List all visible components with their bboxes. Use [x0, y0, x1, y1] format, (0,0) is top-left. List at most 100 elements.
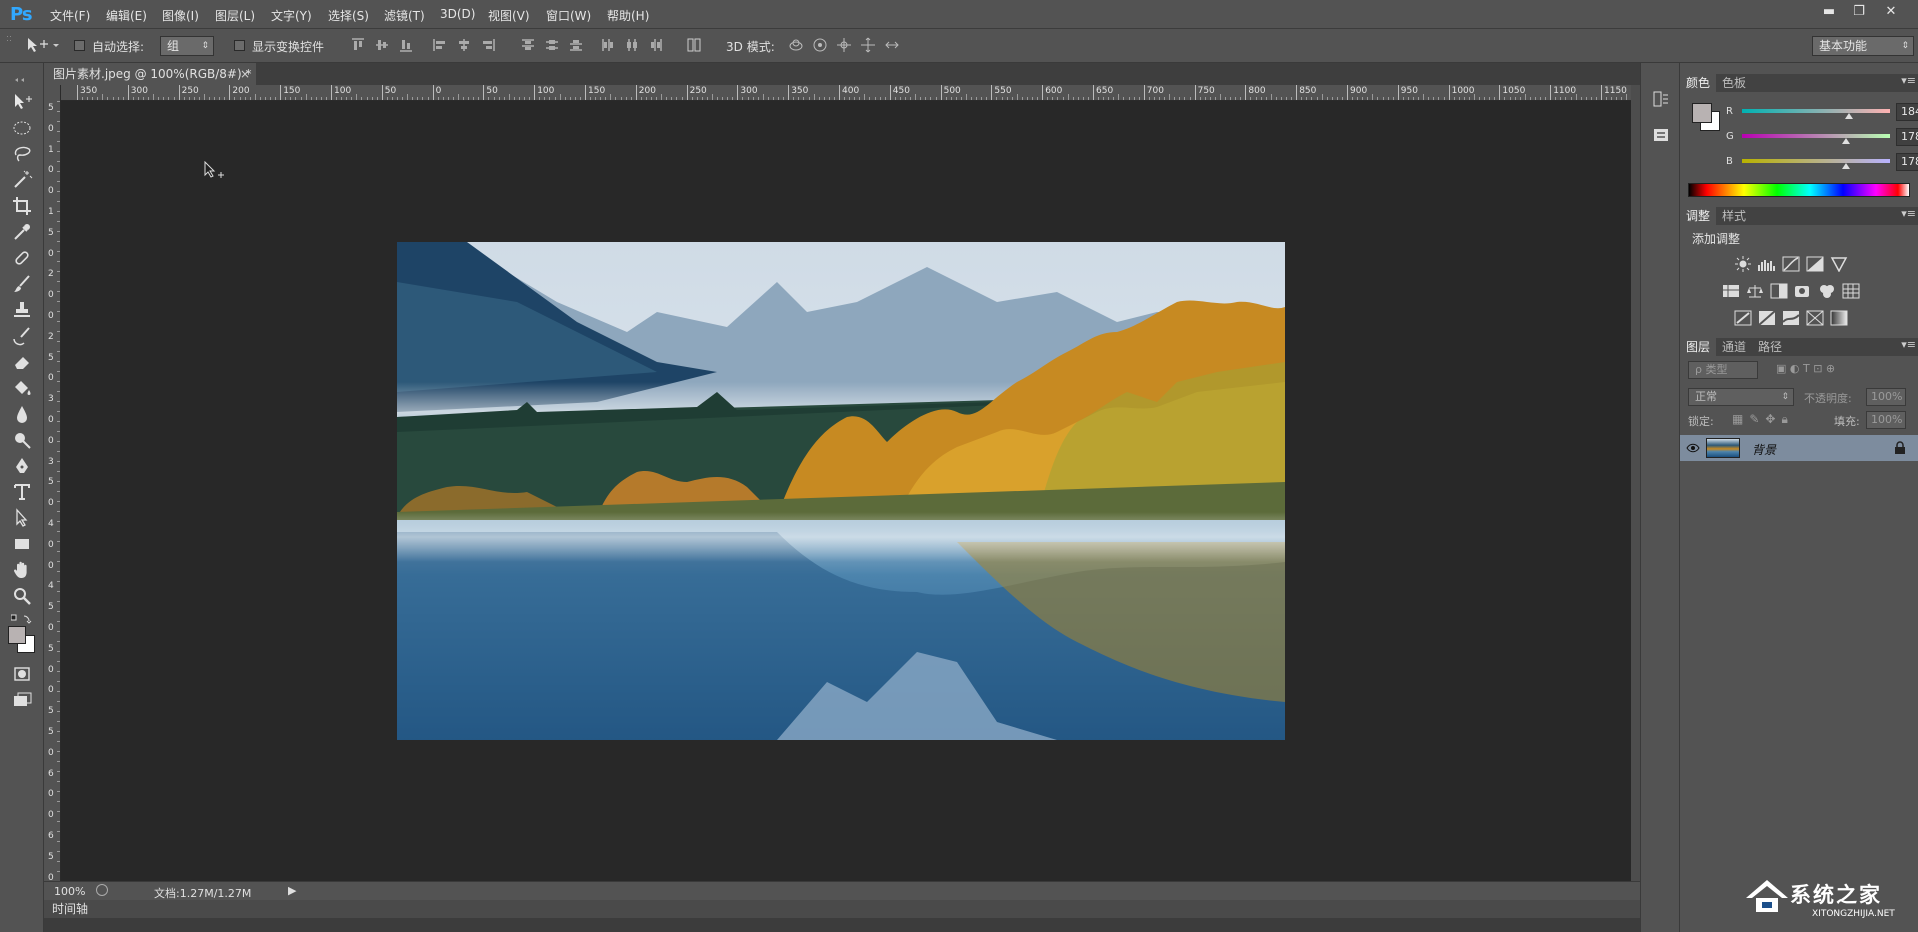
lasso-tool-icon[interactable] [11, 143, 33, 165]
3d-scale-icon[interactable] [884, 37, 900, 53]
tab-adjustments[interactable]: 调整 [1680, 207, 1717, 225]
eraser-tool-icon[interactable] [11, 351, 33, 373]
menu-layer[interactable]: 图层(L) [215, 7, 255, 24]
tab-color[interactable]: 颜色 [1680, 74, 1717, 92]
channel-g-thumb[interactable] [1841, 138, 1850, 144]
move-tool-preset-icon[interactable] [26, 37, 60, 53]
tab-styles[interactable]: 样式 [1716, 207, 1752, 225]
panel-menu-icon[interactable]: ▾≡ [1901, 74, 1916, 87]
align-vcenter-icon[interactable] [374, 37, 390, 53]
crop-tool-icon[interactable] [11, 195, 33, 217]
magic-wand-tool-icon[interactable] [11, 169, 33, 191]
pen-tool-icon[interactable] [11, 455, 33, 477]
align-top-icon[interactable] [350, 37, 366, 53]
path-selection-tool-icon[interactable] [11, 507, 33, 529]
panel-menu-icon[interactable]: ▾≡ [1901, 207, 1916, 220]
lock-icons[interactable]: ▦✎✥🔒︎ [1732, 412, 1794, 427]
vertical-ruler[interactable]: 5 0 1 0 0 1 5 0 2 0 0 2 5 0 3 0 0 3 5 0 4 0 0 4 5 0 5 0 0 5 5 0 6 0 0 6 5 0 [44, 85, 61, 881]
gradient-map-icon[interactable] [1830, 310, 1848, 326]
menu-file[interactable]: 文件(F) [50, 7, 90, 24]
menu-view[interactable]: 视图(V) [488, 7, 530, 24]
3d-slide-icon[interactable] [860, 37, 876, 53]
healing-brush-tool-icon[interactable] [11, 247, 33, 269]
layer-filter-dropdown[interactable]: ρ 类型 [1688, 361, 1758, 379]
history-brush-tool-icon[interactable] [11, 325, 33, 347]
rectangle-tool-icon[interactable] [11, 533, 33, 555]
black-white-icon[interactable] [1770, 283, 1788, 299]
align-hcenter-icon[interactable] [456, 37, 472, 53]
threshold-icon[interactable] [1782, 310, 1800, 326]
channel-r-thumb[interactable] [1844, 113, 1853, 119]
opacity-field[interactable]: 100% [1866, 388, 1906, 406]
close-window-button[interactable]: ✕ [1880, 2, 1902, 22]
status-options-icon[interactable] [96, 884, 108, 896]
selective-color-icon[interactable] [1806, 310, 1824, 326]
layer-row[interactable]: 背景 [1680, 435, 1918, 461]
quick-mask-icon[interactable] [11, 663, 33, 685]
restore-button[interactable]: ❐ [1848, 2, 1870, 22]
color-spectrum-bar[interactable] [1688, 183, 1910, 197]
posterize-icon[interactable] [1758, 310, 1776, 326]
show-transform-checkbox[interactable] [234, 40, 245, 51]
color-lookup-icon[interactable] [1842, 283, 1860, 299]
dodge-tool-icon[interactable] [11, 429, 33, 451]
document-tab[interactable]: 图片素材.jpeg @ 100%(RGB/8#) * × [44, 63, 256, 85]
type-tool-icon[interactable] [11, 481, 33, 503]
minimize-button[interactable]: ▬ [1818, 2, 1840, 22]
menu-window[interactable]: 窗口(W) [546, 7, 591, 24]
swap-colors-icon[interactable] [10, 609, 33, 624]
hue-saturation-icon[interactable] [1722, 283, 1740, 299]
foreground-color-swatch[interactable] [8, 626, 26, 644]
horizontal-ruler[interactable]: 350 300 250 200 150 100 50 0 50 100 150 200 250 300 35… [61, 85, 1631, 101]
distribute-bottom-icon[interactable] [568, 37, 584, 53]
levels-icon[interactable] [1758, 256, 1776, 272]
properties-panel-icon[interactable] [1651, 125, 1671, 145]
distribute-right-icon[interactable] [648, 37, 664, 53]
fill-field[interactable]: 100% [1866, 411, 1906, 429]
blend-mode-dropdown[interactable]: 正常 ⇕ [1688, 388, 1794, 406]
align-right-icon[interactable] [480, 37, 496, 53]
eyedropper-tool-icon[interactable] [11, 221, 33, 243]
tab-swatches[interactable]: 色板 [1716, 74, 1752, 92]
distribute-top-icon[interactable] [520, 37, 536, 53]
move-tool-icon[interactable] [11, 91, 33, 113]
hand-tool-icon[interactable] [11, 559, 33, 581]
tab-layers[interactable]: 图层 [1680, 338, 1717, 356]
auto-select-dropdown[interactable]: 组 ⇕ [160, 36, 214, 56]
menu-image[interactable]: 图像(I) [162, 7, 199, 24]
screen-mode-icon[interactable] [11, 689, 33, 711]
menu-filter[interactable]: 滤镜(T) [384, 7, 425, 24]
align-bottom-icon[interactable] [398, 37, 414, 53]
3d-pan-icon[interactable] [836, 37, 852, 53]
channel-g-value[interactable]: 178 [1896, 128, 1918, 146]
distribute-hcenter-icon[interactable] [624, 37, 640, 53]
menu-3d[interactable]: 3D(D) [440, 7, 475, 21]
blur-tool-icon[interactable] [11, 403, 33, 425]
workspace-dropdown[interactable]: 基本功能 ⇕ [1812, 36, 1914, 56]
3d-rotate-icon[interactable] [788, 37, 804, 53]
zoom-tool-icon[interactable] [11, 585, 33, 607]
brightness-icon[interactable] [1734, 256, 1752, 272]
menu-select[interactable]: 选择(S) [328, 7, 369, 24]
marquee-tool-icon[interactable] [11, 117, 33, 139]
layer-name[interactable]: 背景 [1752, 441, 1776, 458]
paint-bucket-tool-icon[interactable] [11, 377, 33, 399]
auto-select-checkbox[interactable] [74, 40, 85, 51]
align-left-icon[interactable] [432, 37, 448, 53]
auto-align-icon[interactable] [686, 37, 702, 53]
clone-stamp-tool-icon[interactable] [11, 299, 33, 321]
channel-b-slider[interactable] [1742, 159, 1890, 163]
exposure-icon[interactable] [1806, 256, 1824, 272]
zoom-level[interactable]: 100% [54, 885, 85, 898]
distribute-left-icon[interactable] [600, 37, 616, 53]
color-balance-icon[interactable] [1746, 283, 1764, 299]
channel-r-value[interactable]: 184 [1896, 103, 1918, 121]
channel-r-slider[interactable] [1742, 109, 1890, 113]
tab-channels[interactable]: 通道 [1716, 338, 1752, 356]
vibrance-icon[interactable] [1830, 256, 1848, 273]
channel-mixer-icon[interactable] [1818, 283, 1836, 299]
menu-type[interactable]: 文字(Y) [271, 7, 312, 24]
invert-icon[interactable] [1734, 310, 1752, 326]
close-tab-icon[interactable]: × [240, 63, 250, 85]
color-foreground-swatch[interactable] [1692, 103, 1712, 123]
